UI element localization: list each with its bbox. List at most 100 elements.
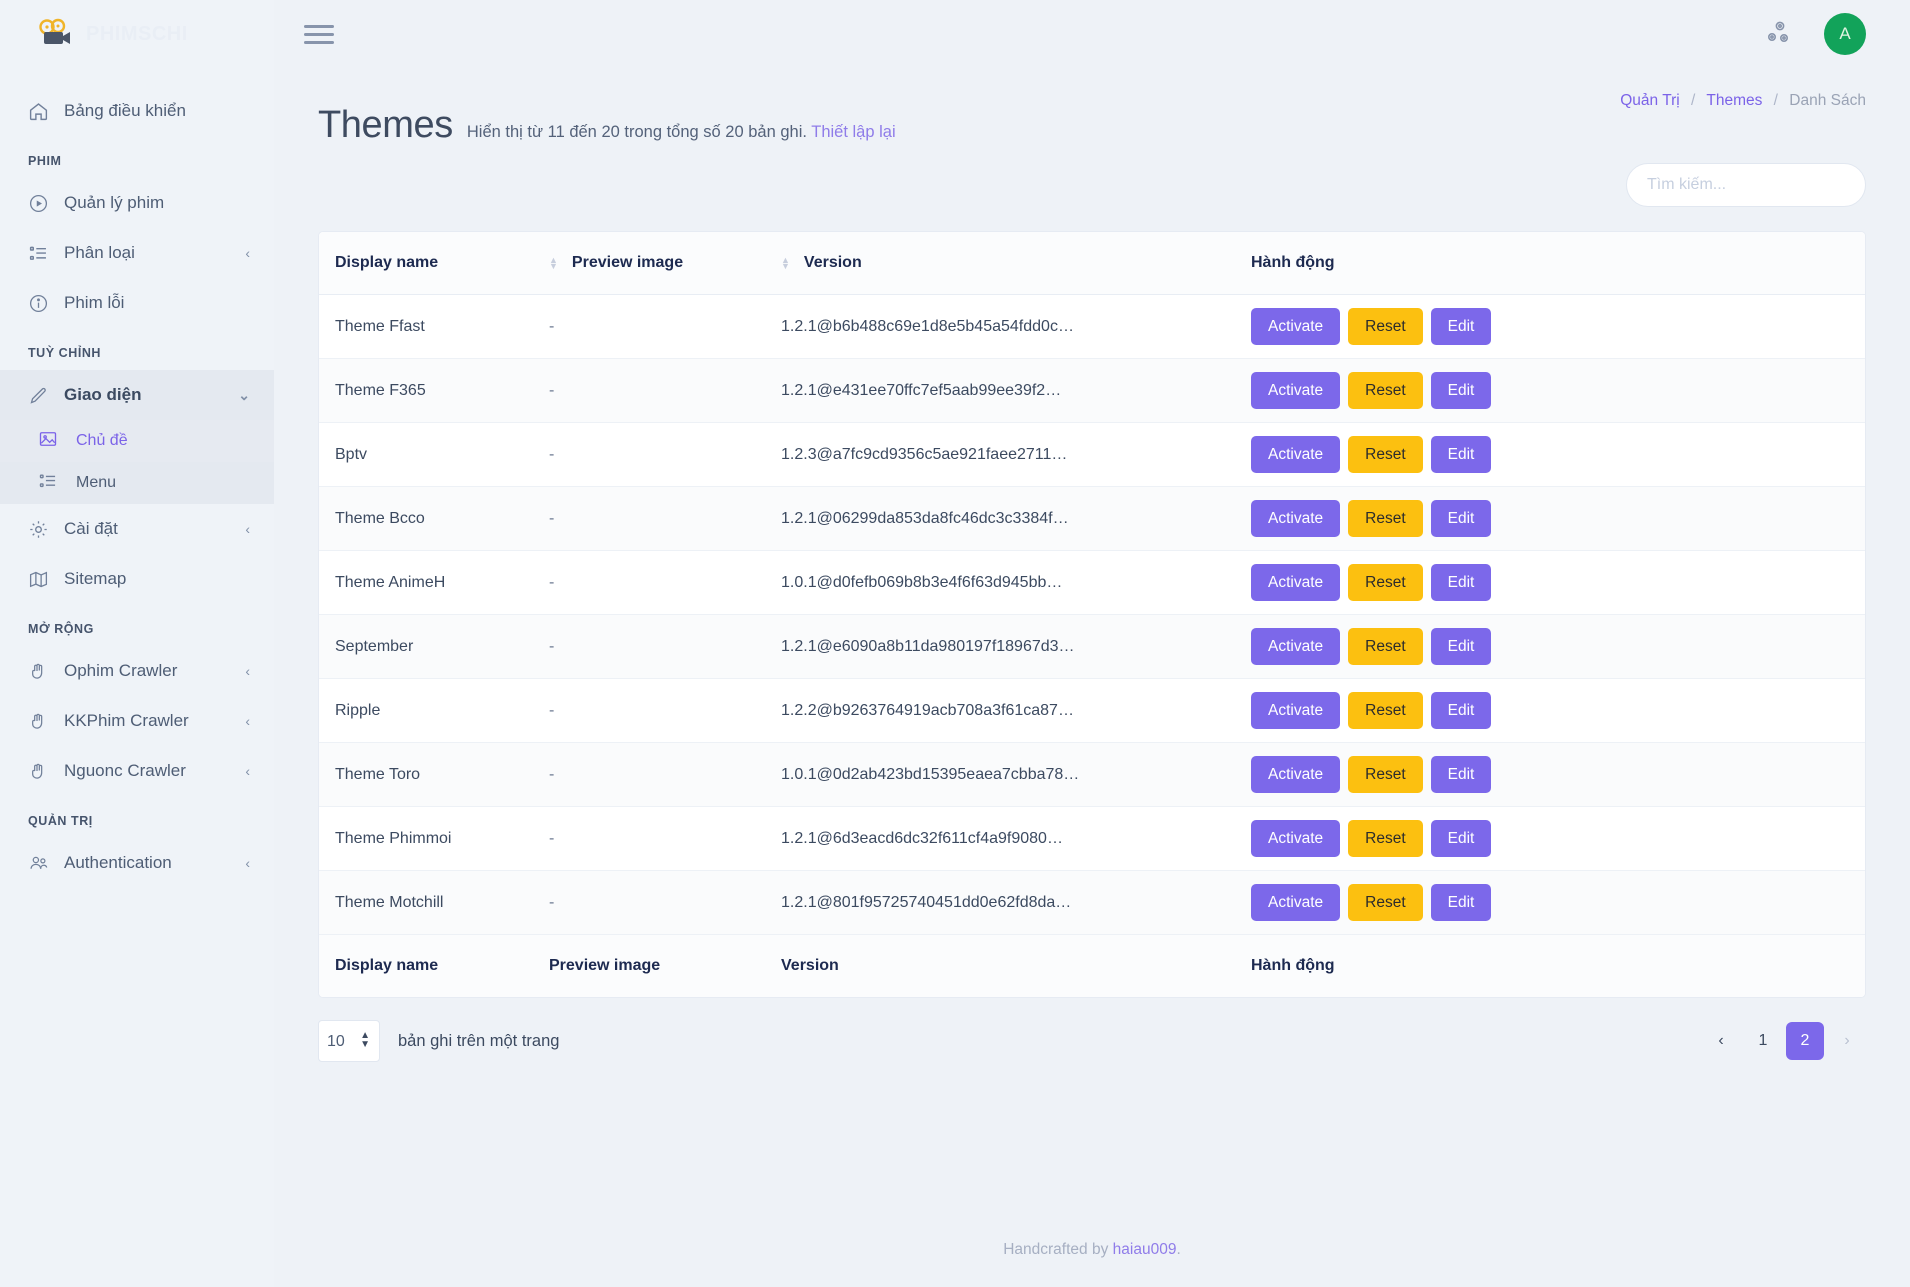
reset-button[interactable]: Reset xyxy=(1348,627,1423,666)
column-header-preview-image[interactable]: ▲ ▼ Preview image xyxy=(549,232,781,295)
cell-preview-image: - xyxy=(549,486,781,551)
reset-button[interactable]: Reset xyxy=(1348,819,1423,858)
edit-button[interactable]: Edit xyxy=(1430,691,1492,730)
search-row xyxy=(274,147,1910,207)
table-row: Ripple - 1.2.2@b9263764919acb708a3f61ca8… xyxy=(319,678,1865,743)
reset-button[interactable]: Reset xyxy=(1348,499,1423,538)
pagination-page-2[interactable]: 2 xyxy=(1786,1022,1824,1060)
activate-button[interactable]: Activate xyxy=(1251,819,1341,858)
sidebar-item-phim-loi[interactable]: Phim lỗi xyxy=(0,278,274,328)
pagination-next-button[interactable]: › xyxy=(1828,1022,1866,1060)
edit-button[interactable]: Edit xyxy=(1430,371,1492,410)
breadcrumb-separator: / xyxy=(1773,92,1778,109)
breadcrumb-item-quan-tri[interactable]: Quản Trị xyxy=(1620,92,1679,109)
cell-display-name: Theme Ffast xyxy=(319,294,549,359)
activate-button[interactable]: Activate xyxy=(1251,371,1341,410)
cell-actions: Activate Reset Edit xyxy=(1251,550,1865,615)
page-title: Themes xyxy=(318,104,453,146)
edit-button[interactable]: Edit xyxy=(1430,435,1492,474)
activate-button[interactable]: Activate xyxy=(1251,883,1341,922)
reset-button[interactable]: Reset xyxy=(1348,371,1423,410)
cell-version: 1.2.1@6d3eacd6dc32f611cf4a9f9080… xyxy=(781,806,1251,871)
reset-button[interactable]: Reset xyxy=(1348,563,1423,602)
edit-button[interactable]: Edit xyxy=(1430,755,1492,794)
users-icon xyxy=(28,853,54,874)
sidebar-item-kkphim-crawler[interactable]: KKPhim Crawler ‹ xyxy=(0,696,274,746)
footer-author-link[interactable]: haiau009 xyxy=(1113,1241,1177,1258)
sidebar-item-cai-dat[interactable]: Cài đặt ‹ xyxy=(0,504,274,554)
sidebar-item-nguonc-crawler[interactable]: Nguonc Crawler ‹ xyxy=(0,746,274,796)
gear-icon xyxy=(28,519,54,540)
pagination-page-1[interactable]: 1 xyxy=(1744,1022,1782,1060)
table-body: Theme Ffast - 1.2.1@b6b488c69e1d8e5b45a5… xyxy=(319,294,1865,935)
sidebar-item-dashboard[interactable]: Bảng điều khiển xyxy=(0,86,274,136)
reset-button[interactable]: Reset xyxy=(1348,307,1423,346)
reset-button[interactable]: Reset xyxy=(1348,883,1423,922)
activate-button[interactable]: Activate xyxy=(1251,563,1341,602)
footer-column-actions: Hành động xyxy=(1251,934,1865,997)
cell-actions: Activate Reset Edit xyxy=(1251,422,1865,487)
cell-version: 1.2.1@801f95725740451dd0e62fd8da… xyxy=(781,870,1251,935)
search-input[interactable] xyxy=(1626,163,1866,207)
activate-button[interactable]: Activate xyxy=(1251,435,1341,474)
activate-button[interactable]: Activate xyxy=(1251,627,1341,666)
sidebar-item-quan-ly-phim[interactable]: Quản lý phim xyxy=(0,178,274,228)
breadcrumb-item-themes[interactable]: Themes xyxy=(1706,92,1762,109)
reset-button[interactable]: Reset xyxy=(1348,755,1423,794)
footer-suffix: . xyxy=(1176,1241,1181,1258)
sidebar-item-giao-dien[interactable]: Giao diện ⌄ xyxy=(0,370,274,420)
edit-button[interactable]: Edit xyxy=(1430,499,1492,538)
breadcrumb: Quản Trị / Themes / Danh Sách xyxy=(1620,92,1866,110)
cell-actions: Activate Reset Edit xyxy=(1251,806,1865,871)
page-subtitle: Hiển thị từ 11 đến 20 trong tổng số 20 b… xyxy=(467,123,896,142)
footer-column-version: Version xyxy=(781,934,1251,997)
edit-button[interactable]: Edit xyxy=(1430,819,1492,858)
edit-button[interactable]: Edit xyxy=(1430,307,1492,346)
main-content: A Quản Trị / Themes / Danh Sách Themes H… xyxy=(274,0,1910,1287)
sidebar-item-menu[interactable]: Menu xyxy=(0,462,274,504)
footer-column-preview-image: Preview image xyxy=(549,934,781,997)
edit-button[interactable]: Edit xyxy=(1430,883,1492,922)
table-row: Theme Phimmoi - 1.2.1@6d3eacd6dc32f611cf… xyxy=(319,806,1865,871)
table-row: Theme Ffast - 1.2.1@b6b488c69e1d8e5b45a5… xyxy=(319,294,1865,359)
pagination-prev-button[interactable]: ‹ xyxy=(1702,1022,1740,1060)
edit-button[interactable]: Edit xyxy=(1430,627,1492,666)
sidebar: PHIMSCHI Bảng điều khiển PHIM Quản lý ph… xyxy=(0,0,274,1287)
sidebar-item-sitemap[interactable]: Sitemap xyxy=(0,554,274,604)
activate-button[interactable]: Activate xyxy=(1251,307,1341,346)
sidebar-item-phan-loai[interactable]: Phân loại ‹ xyxy=(0,228,274,278)
sidebar-item-label: Cài đặt xyxy=(64,519,118,538)
per-page-select[interactable]: 10 xyxy=(318,1020,380,1062)
table-head: Display name ▲ ▼ Preview image ▲ ▼ Versio xyxy=(319,232,1865,295)
edit-button[interactable]: Edit xyxy=(1430,563,1492,602)
activate-button[interactable]: Activate xyxy=(1251,755,1341,794)
reset-button[interactable]: Reset xyxy=(1348,435,1423,474)
sort-icon[interactable]: ▲ ▼ xyxy=(549,256,558,271)
activate-button[interactable]: Activate xyxy=(1251,499,1341,538)
sidebar-item-ophim-crawler[interactable]: Ophim Crawler ‹ xyxy=(0,646,274,696)
cell-preview-image: - xyxy=(549,678,781,743)
sidebar-item-chu-de[interactable]: Chủ đề xyxy=(0,420,274,462)
cell-preview-image: - xyxy=(549,294,781,359)
cell-display-name: Theme AnimeH xyxy=(319,550,549,615)
sidebar-section-title: TUỲ CHỈNH xyxy=(28,346,102,360)
column-header-display-name[interactable]: Display name xyxy=(319,232,549,295)
brand[interactable]: PHIMSCHI xyxy=(0,0,274,68)
hamburger-icon[interactable] xyxy=(304,20,334,49)
footer-prefix: Handcrafted by xyxy=(1003,1241,1113,1258)
table-row: September - 1.2.1@e6090a8b11da980197f189… xyxy=(319,614,1865,679)
activate-button[interactable]: Activate xyxy=(1251,691,1341,730)
cell-actions: Activate Reset Edit xyxy=(1251,614,1865,679)
reset-button[interactable]: Reset xyxy=(1348,691,1423,730)
column-header-version[interactable]: ▲ ▼ Version xyxy=(781,232,1251,295)
brand-name: PHIMSCHI xyxy=(86,22,188,45)
avatar[interactable]: A xyxy=(1824,13,1866,55)
table-foot: Display name Preview image Version Hành … xyxy=(319,934,1865,997)
gears-icon[interactable] xyxy=(1762,15,1796,54)
per-page-wrapper: 10 ▲ ▼ xyxy=(318,1020,380,1062)
play-circle-icon xyxy=(28,193,54,214)
reset-filters-link[interactable]: Thiết lập lại xyxy=(811,123,895,141)
sort-icon[interactable]: ▲ ▼ xyxy=(781,256,790,271)
sidebar-item-authentication[interactable]: Authentication ‹ xyxy=(0,838,274,888)
cell-actions: Activate Reset Edit xyxy=(1251,870,1865,935)
